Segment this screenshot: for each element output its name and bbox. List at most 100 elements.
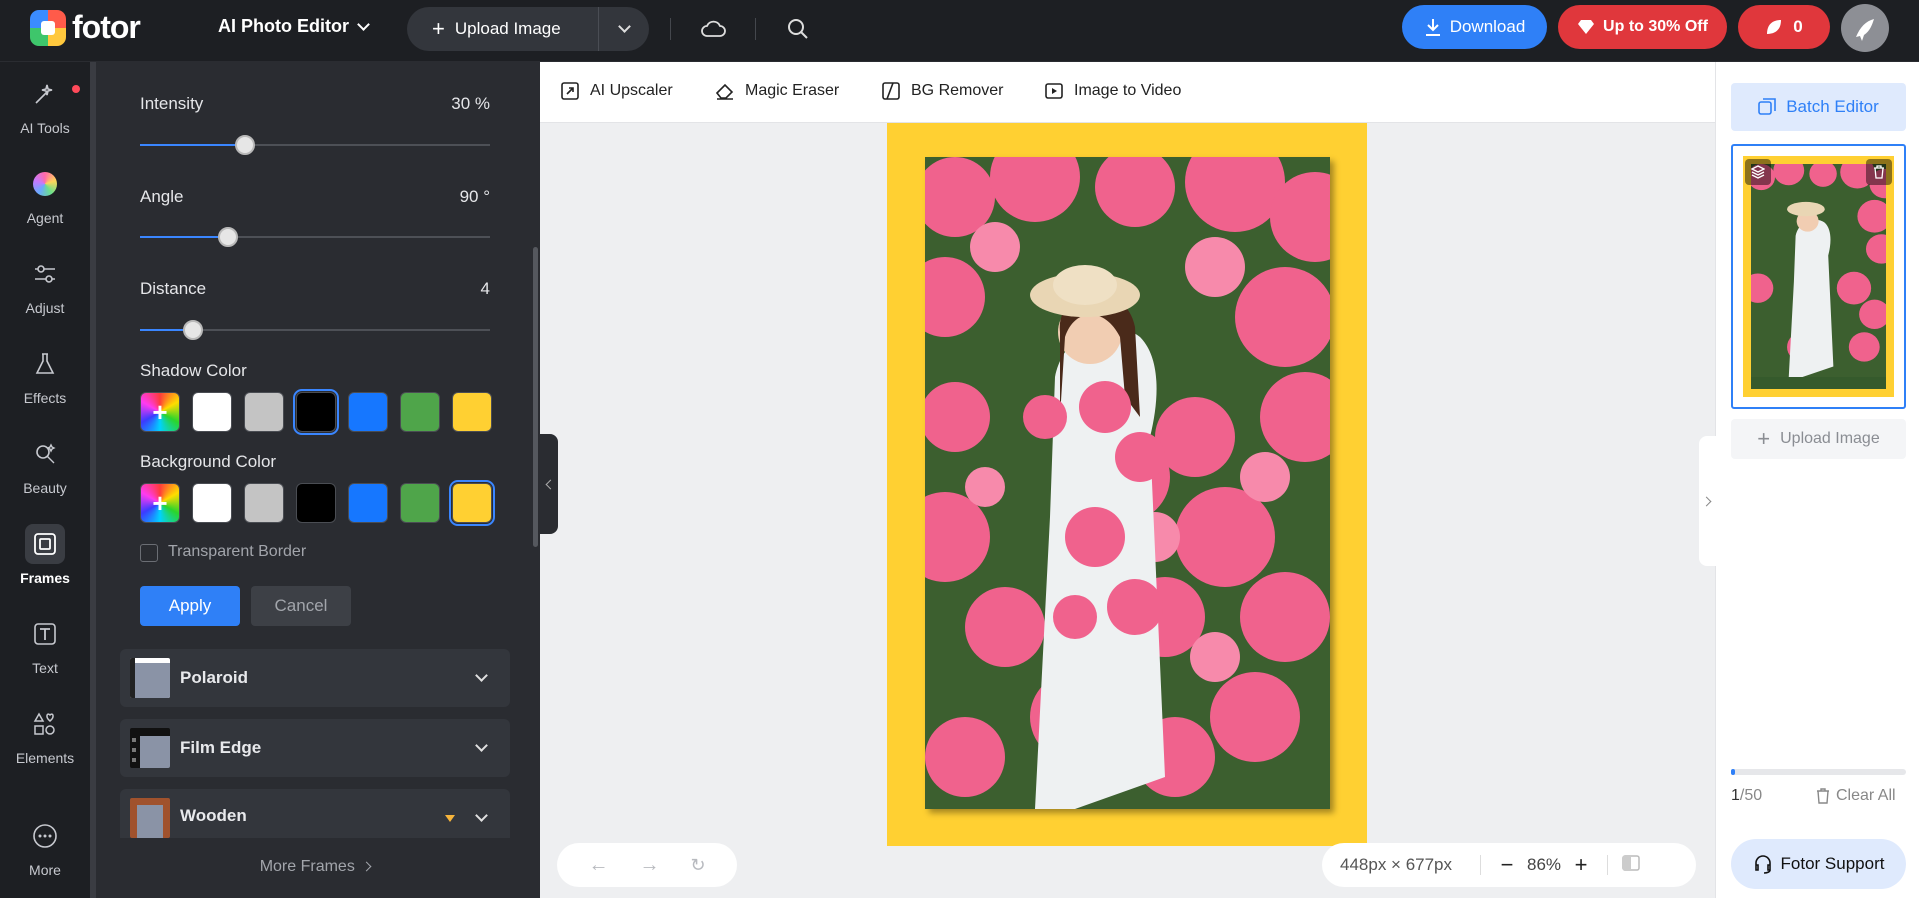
rail-item-text[interactable]: Text xyxy=(0,614,90,694)
batch-editor-button[interactable]: Batch Editor xyxy=(1731,83,1906,131)
rail-item-more[interactable]: More xyxy=(0,816,90,896)
zoom-out-button[interactable]: − xyxy=(1495,852,1519,878)
upload-options-button[interactable] xyxy=(599,20,649,33)
cancel-button[interactable]: Cancel xyxy=(251,586,351,626)
beauty-icon xyxy=(25,434,65,474)
search-icon[interactable] xyxy=(784,15,812,43)
bg-remover-button[interactable]: BG Remover xyxy=(881,81,1003,101)
logo-mark-icon xyxy=(30,9,66,46)
video-icon xyxy=(1045,83,1063,99)
distance-slider[interactable] xyxy=(140,320,490,340)
undo-icon[interactable]: ← xyxy=(588,854,608,877)
background-color-swatch[interactable] xyxy=(400,483,440,523)
panel-scroll-track xyxy=(90,62,96,898)
rail-item-elements[interactable]: Elements xyxy=(0,704,90,784)
background-color-swatch[interactable] xyxy=(449,480,495,526)
redo-icon[interactable]: → xyxy=(639,854,659,877)
collapse-panel-button[interactable] xyxy=(540,434,558,534)
panel-scrollbar[interactable] xyxy=(533,247,538,547)
logo-text: fotor xyxy=(72,9,141,45)
expand-right-panel-button[interactable] xyxy=(1699,436,1716,566)
shadow-color-swatch[interactable] xyxy=(348,392,388,432)
image-count: 1/50 xyxy=(1731,787,1762,805)
chevron-left-icon xyxy=(545,479,556,489)
sliders-icon xyxy=(25,254,65,294)
custom-color-button[interactable]: + xyxy=(140,392,180,432)
more-frames-link[interactable]: More Frames xyxy=(90,858,540,876)
download-button[interactable]: Download xyxy=(1402,5,1547,49)
rail-label: Elements xyxy=(15,750,75,766)
rail-item-frames[interactable]: Frames xyxy=(0,524,90,604)
slider-handle[interactable] xyxy=(235,135,255,155)
ai-upscaler-button[interactable]: AI Upscaler xyxy=(560,81,673,101)
top-bar: fotor AI Photo Editor + Upload Image Dow… xyxy=(0,0,1919,62)
shadow-color-swatch[interactable] xyxy=(400,392,440,432)
cloud-icon[interactable] xyxy=(699,15,727,43)
image-count-total: /50 xyxy=(1739,787,1763,804)
upload-image-button[interactable]: + Upload Image xyxy=(407,7,599,51)
layers-icon[interactable] xyxy=(1745,159,1771,185)
image-to-video-button[interactable]: Image to Video xyxy=(1044,81,1181,101)
rail-label: AI Tools xyxy=(20,120,70,136)
tool-label: BG Remover xyxy=(911,82,1004,99)
custom-color-button[interactable]: + xyxy=(140,483,180,523)
shadow-color-swatch[interactable] xyxy=(452,392,492,432)
angle-slider[interactable] xyxy=(140,227,490,247)
shadow-color-swatch[interactable] xyxy=(192,392,232,432)
frame-category-wooden[interactable]: Wooden xyxy=(120,789,510,838)
offer-button[interactable]: Up to 30% Off xyxy=(1558,5,1727,49)
divider xyxy=(1480,855,1481,875)
rail-item-effects[interactable]: Effects xyxy=(0,344,90,424)
frame-category-film-edge[interactable]: Film Edge xyxy=(120,719,510,777)
clear-all-button[interactable]: Clear All xyxy=(1816,787,1896,805)
transparent-border-label: Transparent Border xyxy=(168,543,307,560)
intensity-label: Intensity xyxy=(140,94,204,113)
image-thumbnail-card[interactable] xyxy=(1731,144,1906,409)
add-image-button[interactable]: + Upload Image xyxy=(1731,419,1906,459)
diamond-icon xyxy=(1578,20,1595,34)
intensity-slider[interactable] xyxy=(140,135,490,155)
shadow-color-swatch[interactable] xyxy=(293,389,339,435)
chevron-down-icon xyxy=(475,739,488,752)
more-frames-label: More Frames xyxy=(259,858,355,875)
zoom-level[interactable]: 86% xyxy=(1519,855,1569,875)
background-color-swatch[interactable] xyxy=(348,483,388,523)
upload-image-label: Upload Image xyxy=(454,19,561,38)
fotor-support-button[interactable]: Fotor Support xyxy=(1731,839,1906,889)
chevron-down-icon xyxy=(475,809,488,822)
avatar[interactable] xyxy=(1841,4,1889,52)
tool-label: Image to Video xyxy=(1074,82,1182,99)
shadow-color-swatches: + xyxy=(140,389,492,435)
background-color-swatch[interactable] xyxy=(296,483,336,523)
history-icon[interactable]: ↻ xyxy=(690,855,705,876)
rail-label: More xyxy=(29,862,61,878)
tool-rail: AI Tools Agent Adjust Effects Beauty Fra… xyxy=(0,62,90,898)
slider-handle[interactable] xyxy=(182,320,203,340)
download-label: Download xyxy=(1449,17,1526,36)
rail-item-beauty[interactable]: Beauty xyxy=(0,434,90,514)
transparent-border-checkbox[interactable] xyxy=(140,544,158,562)
frame-category-polaroid[interactable]: Polaroid xyxy=(120,649,510,707)
background-color-swatch[interactable] xyxy=(244,483,284,523)
frame-category-name: Polaroid xyxy=(180,668,249,687)
magic-eraser-button[interactable]: Magic Eraser xyxy=(715,81,839,101)
apply-button[interactable]: Apply xyxy=(140,586,240,626)
rail-label: Beauty xyxy=(23,480,67,496)
rail-item-ai-tools[interactable]: AI Tools xyxy=(0,74,90,154)
angle-label: Angle xyxy=(140,187,184,206)
offer-label: Up to 30% Off xyxy=(1603,18,1708,35)
canvas-dimensions[interactable]: 448px × 677px xyxy=(1340,855,1466,875)
app-title-dropdown[interactable]: AI Photo Editor xyxy=(218,16,370,37)
slider-handle[interactable] xyxy=(217,227,238,247)
headset-icon xyxy=(1754,855,1771,874)
zoom-in-button[interactable]: + xyxy=(1569,852,1593,878)
rail-item-agent[interactable]: Agent xyxy=(0,164,90,244)
background-color-swatch[interactable] xyxy=(192,483,232,523)
delete-icon[interactable] xyxy=(1866,159,1892,185)
shadow-color-swatch[interactable] xyxy=(244,392,284,432)
canvas-photo[interactable] xyxy=(925,157,1330,809)
rail-item-adjust[interactable]: Adjust xyxy=(0,254,90,334)
compare-icon[interactable] xyxy=(1622,854,1640,876)
fotor-logo[interactable]: fotor xyxy=(30,9,141,46)
credits-button[interactable]: 0 xyxy=(1738,5,1830,49)
